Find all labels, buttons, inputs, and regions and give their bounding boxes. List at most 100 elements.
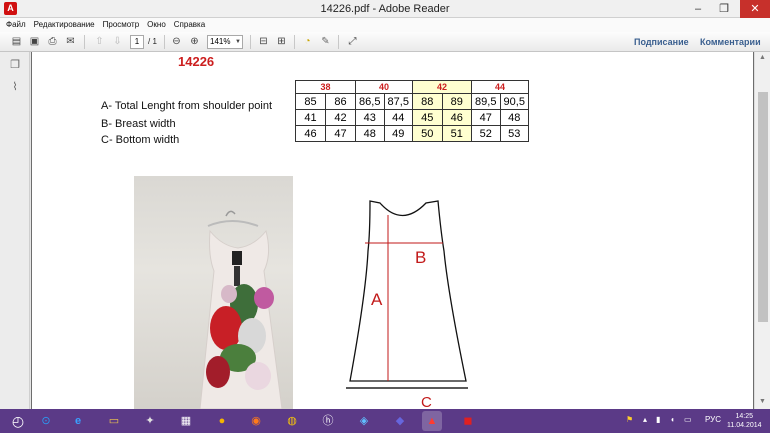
taskbar: ◴ ⊙ e ▭ ✦ ▦ ● ◉ ◍ ⓗ ◈ ◆ ▲ ◼ ⚑ ▴ ▮ ◖ ▭ РУ… <box>0 409 770 433</box>
highlight-icon[interactable]: ✎ <box>318 35 333 49</box>
table-cell: 45 <box>412 109 443 126</box>
attachments-icon[interactable]: ⌇ <box>9 80 21 94</box>
utility-app-icon[interactable]: ◆ <box>390 411 410 431</box>
print-icon[interactable]: ⎙ <box>45 35 60 49</box>
save-icon[interactable]: ▣ <box>27 35 42 49</box>
input-language[interactable]: РУС <box>705 415 721 424</box>
menu-bar: Файл Редактирование Просмотр Окно Справка <box>0 18 770 32</box>
table-cell: 51 <box>441 125 472 142</box>
battery-icon[interactable]: ▭ <box>684 415 692 424</box>
open-icon[interactable]: ▤ <box>9 35 24 49</box>
page-total: / 1 <box>148 37 157 46</box>
table-cell: 53 <box>499 125 529 142</box>
toolbar-divider <box>294 35 295 49</box>
fit-page-icon[interactable]: ⊟ <box>256 35 271 49</box>
table-cell: 52 <box>471 125 501 142</box>
network-app-icon[interactable]: ◈ <box>354 411 374 431</box>
toolbar-divider <box>338 35 339 49</box>
next-page-icon[interactable]: ⇩ <box>110 35 125 49</box>
size-header: 44 <box>471 80 529 94</box>
size-header: 38 <box>295 80 356 94</box>
clock-time: 14:25 <box>735 413 754 420</box>
scroll-thumb[interactable] <box>758 92 768 322</box>
menu-view[interactable]: Просмотр <box>99 18 144 32</box>
row-label-bottom-width: C- Bottom width <box>101 134 180 146</box>
internet-explorer-icon[interactable]: e <box>68 411 88 431</box>
window-title: 14226.pdf - Adobe Reader <box>320 3 450 15</box>
hp-icon[interactable]: ⓗ <box>318 411 338 431</box>
table-cell: 90,5 <box>499 93 529 110</box>
table-cell: 48 <box>499 109 529 126</box>
adobe-reader-taskbar-icon[interactable]: ▲ <box>422 411 442 431</box>
table-cell: 89,5 <box>471 93 501 110</box>
maximize-button[interactable]: ❐ <box>712 0 736 18</box>
chrome-icon[interactable]: ◍ <box>282 411 302 431</box>
start-icon[interactable]: ◴ <box>8 411 28 431</box>
table-row: 41 42 43 44 45 46 47 48 <box>295 109 529 126</box>
table-cell: 43 <box>355 109 385 126</box>
navigation-pane: ❐ ⌇ <box>0 52 30 409</box>
media-app-icon[interactable]: ▦ <box>176 411 196 431</box>
file-explorer-icon[interactable]: ▭ <box>104 411 124 431</box>
comment-icon[interactable]: ◔ <box>300 35 315 49</box>
menu-edit[interactable]: Редактирование <box>30 18 99 32</box>
read-mode-icon[interactable]: ⤢ <box>345 35 360 49</box>
page-number-input[interactable]: 1 <box>130 35 144 49</box>
table-cell: 49 <box>383 125 413 142</box>
table-cell: 48 <box>355 125 385 142</box>
photo-app-icon[interactable]: ✦ <box>140 411 160 431</box>
table-cell: 47 <box>325 125 356 142</box>
scroll-up-icon[interactable]: ▲ <box>759 54 766 61</box>
comments-button[interactable]: Комментарии <box>700 37 761 47</box>
email-icon[interactable]: ✉ <box>63 35 78 49</box>
scroll-down-icon[interactable]: ▼ <box>759 398 766 405</box>
minimize-button[interactable]: – <box>686 0 710 18</box>
network-icon[interactable]: ▮ <box>656 415 660 424</box>
vertical-scrollbar[interactable]: ▲ ▼ <box>754 52 770 409</box>
chevron-down-icon: ▼ <box>235 39 241 45</box>
table-cell: 87,5 <box>383 93 413 110</box>
menu-file[interactable]: Файл <box>0 18 30 32</box>
toolbar-divider <box>250 35 251 49</box>
table-cell: 50 <box>412 125 443 142</box>
table-cell: 88 <box>412 93 443 110</box>
media-player-icon[interactable]: ● <box>212 411 232 431</box>
sign-button[interactable]: Подписание <box>634 37 689 47</box>
table-cell: 44 <box>383 109 413 126</box>
label-c: C <box>421 394 432 409</box>
app-taskbar-icon[interactable]: ◼ <box>458 411 478 431</box>
document-area: 14226 38 40 42 44 85 86 86,5 87,5 88 89 … <box>31 52 754 409</box>
table-cell: 86,5 <box>355 93 385 110</box>
size-header-row: 38 40 42 44 <box>295 80 529 94</box>
table-row: 85 86 86,5 87,5 88 89 89,5 90,5 <box>295 93 529 110</box>
tray-arrow-icon[interactable]: ▴ <box>643 415 647 424</box>
menu-window[interactable]: Окно <box>143 18 170 32</box>
row-label-total-length: A- Total Lenght from shoulder point <box>101 100 273 112</box>
zoom-select[interactable]: 141% ▼ <box>207 35 243 49</box>
fit-width-icon[interactable]: ⊞ <box>274 35 289 49</box>
row-label-breast-width: B- Breast width <box>101 118 176 130</box>
close-button[interactable]: ✕ <box>740 0 770 18</box>
toolbar-divider <box>164 35 165 49</box>
size-header: 40 <box>355 80 413 94</box>
table-cell: 89 <box>441 93 472 110</box>
menu-help[interactable]: Справка <box>170 18 209 32</box>
volume-icon[interactable]: ◖ <box>670 415 675 424</box>
clock[interactable]: 14:25 11.04.2014 <box>727 412 762 430</box>
table-cell: 47 <box>471 109 501 126</box>
table-cell: 46 <box>295 125 326 142</box>
search-icon[interactable]: ⊙ <box>36 411 56 431</box>
toolbar: ▤ ▣ ⎙ ✉ ⇧ ⇩ 1 / 1 ⊖ ⊕ 141% ▼ ⊟ ⊞ ◔ ✎ ⤢ По… <box>0 32 770 52</box>
label-b: B <box>415 248 426 267</box>
pages-icon[interactable]: ❐ <box>9 58 21 72</box>
document-title: 14226 <box>178 54 215 69</box>
title-bar: A 14226.pdf - Adobe Reader – ❐ ✕ <box>0 0 770 18</box>
pdf-page: 14226 38 40 42 44 85 86 86,5 87,5 88 89 … <box>32 52 753 409</box>
firefox-icon[interactable]: ◉ <box>246 411 266 431</box>
zoom-in-icon[interactable]: ⊕ <box>187 35 202 49</box>
clock-date: 11.04.2014 <box>727 422 762 429</box>
zoom-out-icon[interactable]: ⊖ <box>169 35 184 49</box>
flag-warning-icon[interactable]: ⚑ <box>626 415 633 424</box>
prev-page-icon[interactable]: ⇧ <box>92 35 107 49</box>
dress-sketch: A B C <box>346 200 468 409</box>
